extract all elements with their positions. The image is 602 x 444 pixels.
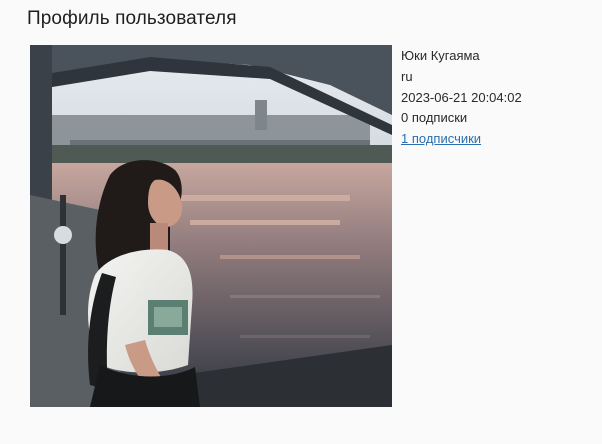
profile-info: Юки Кугаяма ru 2023-06-21 20:04:02 0 под… — [401, 46, 522, 150]
registration-date: 2023-06-21 20:04:02 — [401, 89, 522, 105]
followers-link[interactable]: 1 подписчики — [401, 131, 481, 146]
profile-photo — [30, 45, 392, 407]
profile-photo-image — [30, 45, 392, 407]
following-count: 0 подписки — [401, 110, 468, 126]
page-title: Профиль пользователя — [27, 8, 237, 29]
user-name: Юки Кугаяма — [401, 48, 480, 63]
user-language: ru — [401, 68, 413, 84]
